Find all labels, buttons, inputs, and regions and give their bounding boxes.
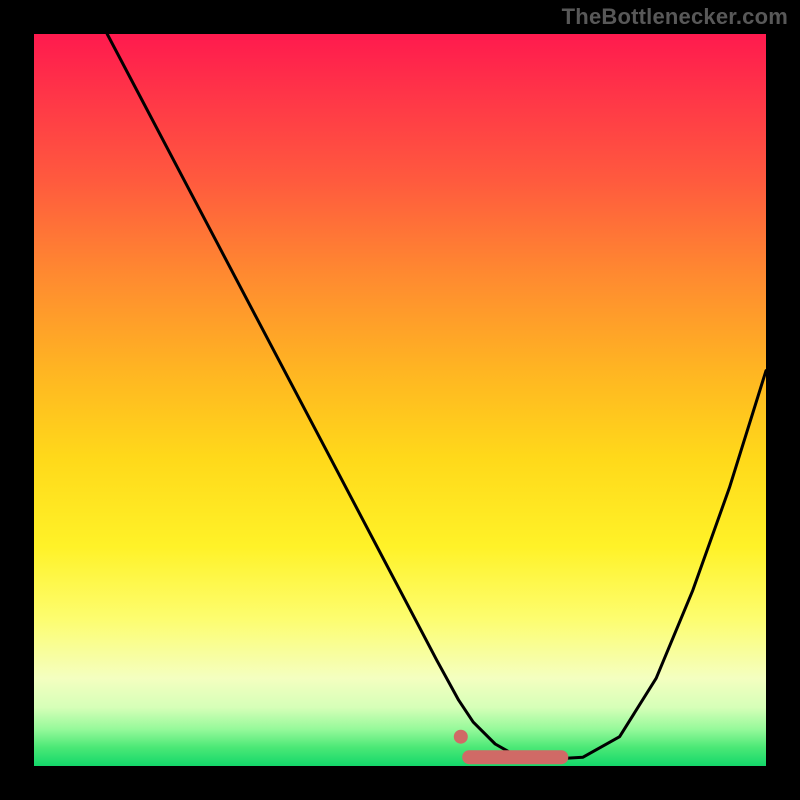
plot-area [34,34,766,766]
watermark-text: TheBottlenecker.com [562,4,788,30]
selected-point-marker [454,730,468,744]
optimal-range-marker [462,750,568,764]
chart-frame: TheBottlenecker.com [0,0,800,800]
chart-svg [34,34,766,766]
marker-layer [454,730,569,765]
bottleneck-curve-path [107,34,766,759]
curve-layer [107,34,766,759]
